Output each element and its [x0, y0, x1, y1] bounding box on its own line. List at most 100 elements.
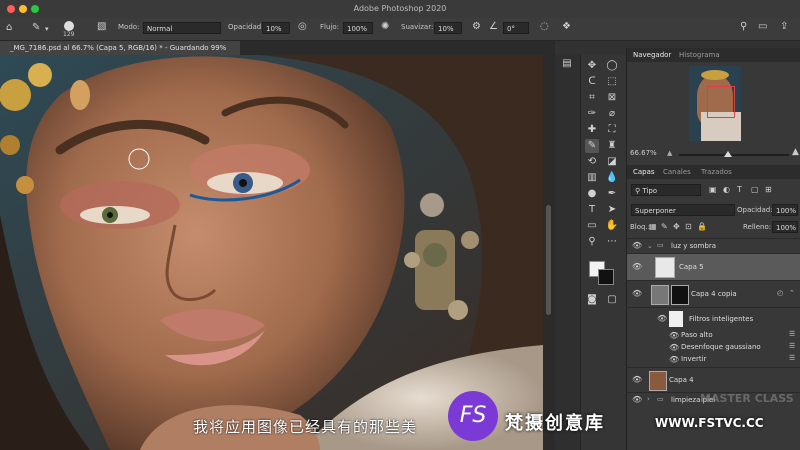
filter-options-icon[interactable]: ☰ — [789, 330, 795, 338]
navigator-view-box[interactable] — [707, 86, 735, 118]
visibility-eye-icon[interactable]: 👁 — [632, 262, 642, 271]
navigator-zoom-slider[interactable] — [679, 151, 789, 157]
filter-options-icon[interactable]: ☰ — [789, 342, 795, 350]
filter-type-icon[interactable]: T — [737, 185, 742, 195]
filter-smart-object-icon[interactable]: ⊞ — [765, 185, 772, 195]
screen-mode-icon[interactable]: ▢ — [605, 293, 619, 307]
object-select-tool-icon[interactable]: ⬚ — [605, 75, 619, 89]
visibility-eye-icon[interactable]: 👁 — [657, 314, 667, 323]
layer-row-selected[interactable]: 👁 Capa 5 — [627, 253, 800, 280]
collapse-chevron-icon[interactable]: ⌃ — [789, 289, 795, 297]
pressure-size-icon[interactable]: ◌ — [540, 22, 549, 32]
visibility-eye-icon[interactable]: 👁 — [632, 375, 642, 384]
crop-tool-icon[interactable]: ⌗ — [585, 91, 599, 105]
smooth-field[interactable]: 10% — [434, 22, 462, 34]
visibility-eye-icon[interactable]: 👁 — [669, 355, 679, 364]
patch-tool-icon[interactable]: ⛶ — [605, 123, 619, 137]
background-color-swatch[interactable] — [598, 269, 614, 285]
blur-tool-icon[interactable]: 💧 — [605, 171, 619, 185]
filter-row[interactable]: 👁 Paso alto ☰ — [627, 330, 800, 342]
eraser-tool-icon[interactable]: ◪ — [605, 155, 619, 169]
visibility-eye-icon[interactable]: 👁 — [669, 343, 679, 352]
lock-artboard-icon[interactable]: ⊡ — [685, 222, 692, 232]
filter-adjustment-icon[interactable]: ◐ — [723, 185, 730, 195]
pen-tool-icon[interactable]: ✒ — [605, 187, 619, 201]
visibility-eye-icon[interactable]: 👁 — [632, 241, 642, 250]
fill-field[interactable]: 100% — [772, 221, 798, 233]
layer-row[interactable]: 👁 Capa 4 — [627, 367, 800, 392]
layer-group-row[interactable]: 👁 ⌄ ▭ luz y sombra — [627, 238, 800, 253]
chevron-down-icon[interactable]: ▾ — [45, 24, 49, 34]
lock-pixels-icon[interactable]: ✎ — [661, 222, 668, 232]
zoom-in-icon[interactable]: ▲ — [792, 147, 799, 157]
brush-settings-icon[interactable]: ▧ — [97, 22, 106, 32]
scrollbar-thumb[interactable] — [546, 205, 551, 315]
move-tool-icon[interactable]: ✥ — [585, 59, 599, 73]
tab-layers[interactable]: Capas — [633, 168, 655, 176]
healing-brush-tool-icon[interactable]: ✚ — [585, 123, 599, 137]
more-tools-icon[interactable]: ⋯ — [605, 235, 619, 249]
airbrush-icon[interactable]: ✺ — [381, 22, 389, 32]
history-brush-tool-icon[interactable]: ⟲ — [585, 155, 599, 169]
workspace-icon[interactable]: ▭ — [758, 22, 767, 32]
filter-pixel-icon[interactable]: ▣ — [709, 185, 717, 195]
visibility-eye-icon[interactable]: 👁 — [669, 331, 679, 340]
shape-tool-icon[interactable]: ▭ — [585, 219, 599, 233]
search-icon[interactable]: ⚲ — [740, 22, 747, 32]
layer-filter-select[interactable]: ⚲ Tipo — [631, 184, 701, 196]
tab-histogram[interactable]: Histograma — [679, 51, 720, 59]
opacity-field[interactable]: 10% — [262, 22, 290, 34]
zoom-tool-icon[interactable]: ⚲ — [585, 235, 599, 249]
dodge-tool-icon[interactable]: ● — [585, 187, 599, 201]
brush-preview-icon[interactable] — [64, 21, 74, 31]
chevron-down-icon[interactable]: ⌄ — [647, 242, 653, 250]
hand-tool-icon[interactable]: ✋ — [605, 219, 619, 233]
quick-mask-icon[interactable]: ◙ — [585, 293, 599, 307]
pressure-opacity-icon[interactable]: ◎ — [298, 22, 307, 32]
home-icon[interactable]: ⌂ — [6, 23, 12, 33]
smart-filters-row[interactable]: 👁 Filtros inteligentes — [627, 307, 800, 330]
filter-options-icon[interactable]: ☰ — [789, 354, 795, 362]
lock-all-icon[interactable]: 🔒 — [697, 222, 707, 232]
layer-opacity-field[interactable]: 100% — [772, 204, 798, 216]
angle-field[interactable]: 0° — [503, 22, 529, 34]
zoom-slider-handle[interactable] — [724, 151, 732, 157]
zoom-out-icon[interactable]: ▲ — [667, 149, 672, 157]
path-select-tool-icon[interactable]: ➤ — [605, 203, 619, 217]
document-tab[interactable]: _MG_7186.psd al 66.7% (Capa 5, RGB/16) *… — [0, 41, 240, 55]
type-tool-icon[interactable]: T — [585, 203, 599, 217]
flow-field[interactable]: 100% — [343, 22, 373, 34]
lock-position-icon[interactable]: ✥ — [673, 222, 680, 232]
chevron-right-icon[interactable]: › — [647, 395, 650, 403]
angle-icon[interactable]: ∠ — [489, 22, 498, 32]
ruler-tool-icon[interactable]: ⌀ — [605, 107, 619, 121]
blend-mode-select[interactable]: Superponer — [631, 204, 735, 216]
frame-tool-icon[interactable]: ⊠ — [605, 91, 619, 105]
symmetry-icon[interactable]: ❖ — [562, 22, 571, 32]
properties-icon[interactable]: ▤ — [560, 57, 574, 71]
lock-transparency-icon[interactable]: ▦ — [649, 222, 657, 232]
brush-tool-icon[interactable]: ✎ — [585, 139, 599, 153]
filter-row[interactable]: 👁 Desenfoque gaussiano ☰ — [627, 342, 800, 354]
gear-icon[interactable]: ⚙ — [472, 22, 481, 32]
brush-tool-icon[interactable]: ✎ — [32, 23, 40, 33]
tab-paths[interactable]: Trazados — [701, 168, 732, 176]
filter-shape-icon[interactable]: ▢ — [751, 185, 759, 195]
marquee-tool-icon[interactable]: ◯ — [605, 59, 619, 73]
visibility-eye-icon[interactable]: 👁 — [632, 395, 642, 404]
document-canvas[interactable] — [0, 55, 543, 450]
tab-channels[interactable]: Canales — [663, 168, 691, 176]
navigator-thumbnail[interactable] — [689, 66, 741, 141]
filter-row[interactable]: 👁 Invertir ☰ — [627, 354, 800, 366]
lasso-tool-icon[interactable]: ᑕ — [585, 75, 599, 89]
share-icon[interactable]: ⇪ — [780, 22, 788, 32]
layer-row[interactable]: 👁 Capa 4 copia ◴ ⌃ — [627, 280, 800, 307]
tab-navigator[interactable]: Navegador — [633, 51, 671, 59]
stamp-tool-icon[interactable]: ♜ — [605, 139, 619, 153]
canvas-vertical-scrollbar[interactable] — [543, 55, 555, 450]
gradient-tool-icon[interactable]: ▥ — [585, 171, 599, 185]
eyedropper-tool-icon[interactable]: ✑ — [585, 107, 599, 121]
mode-select[interactable]: Normal — [143, 22, 221, 34]
visibility-eye-icon[interactable]: 👁 — [632, 289, 642, 298]
navigator-zoom[interactable]: 66.67% — [630, 149, 657, 157]
